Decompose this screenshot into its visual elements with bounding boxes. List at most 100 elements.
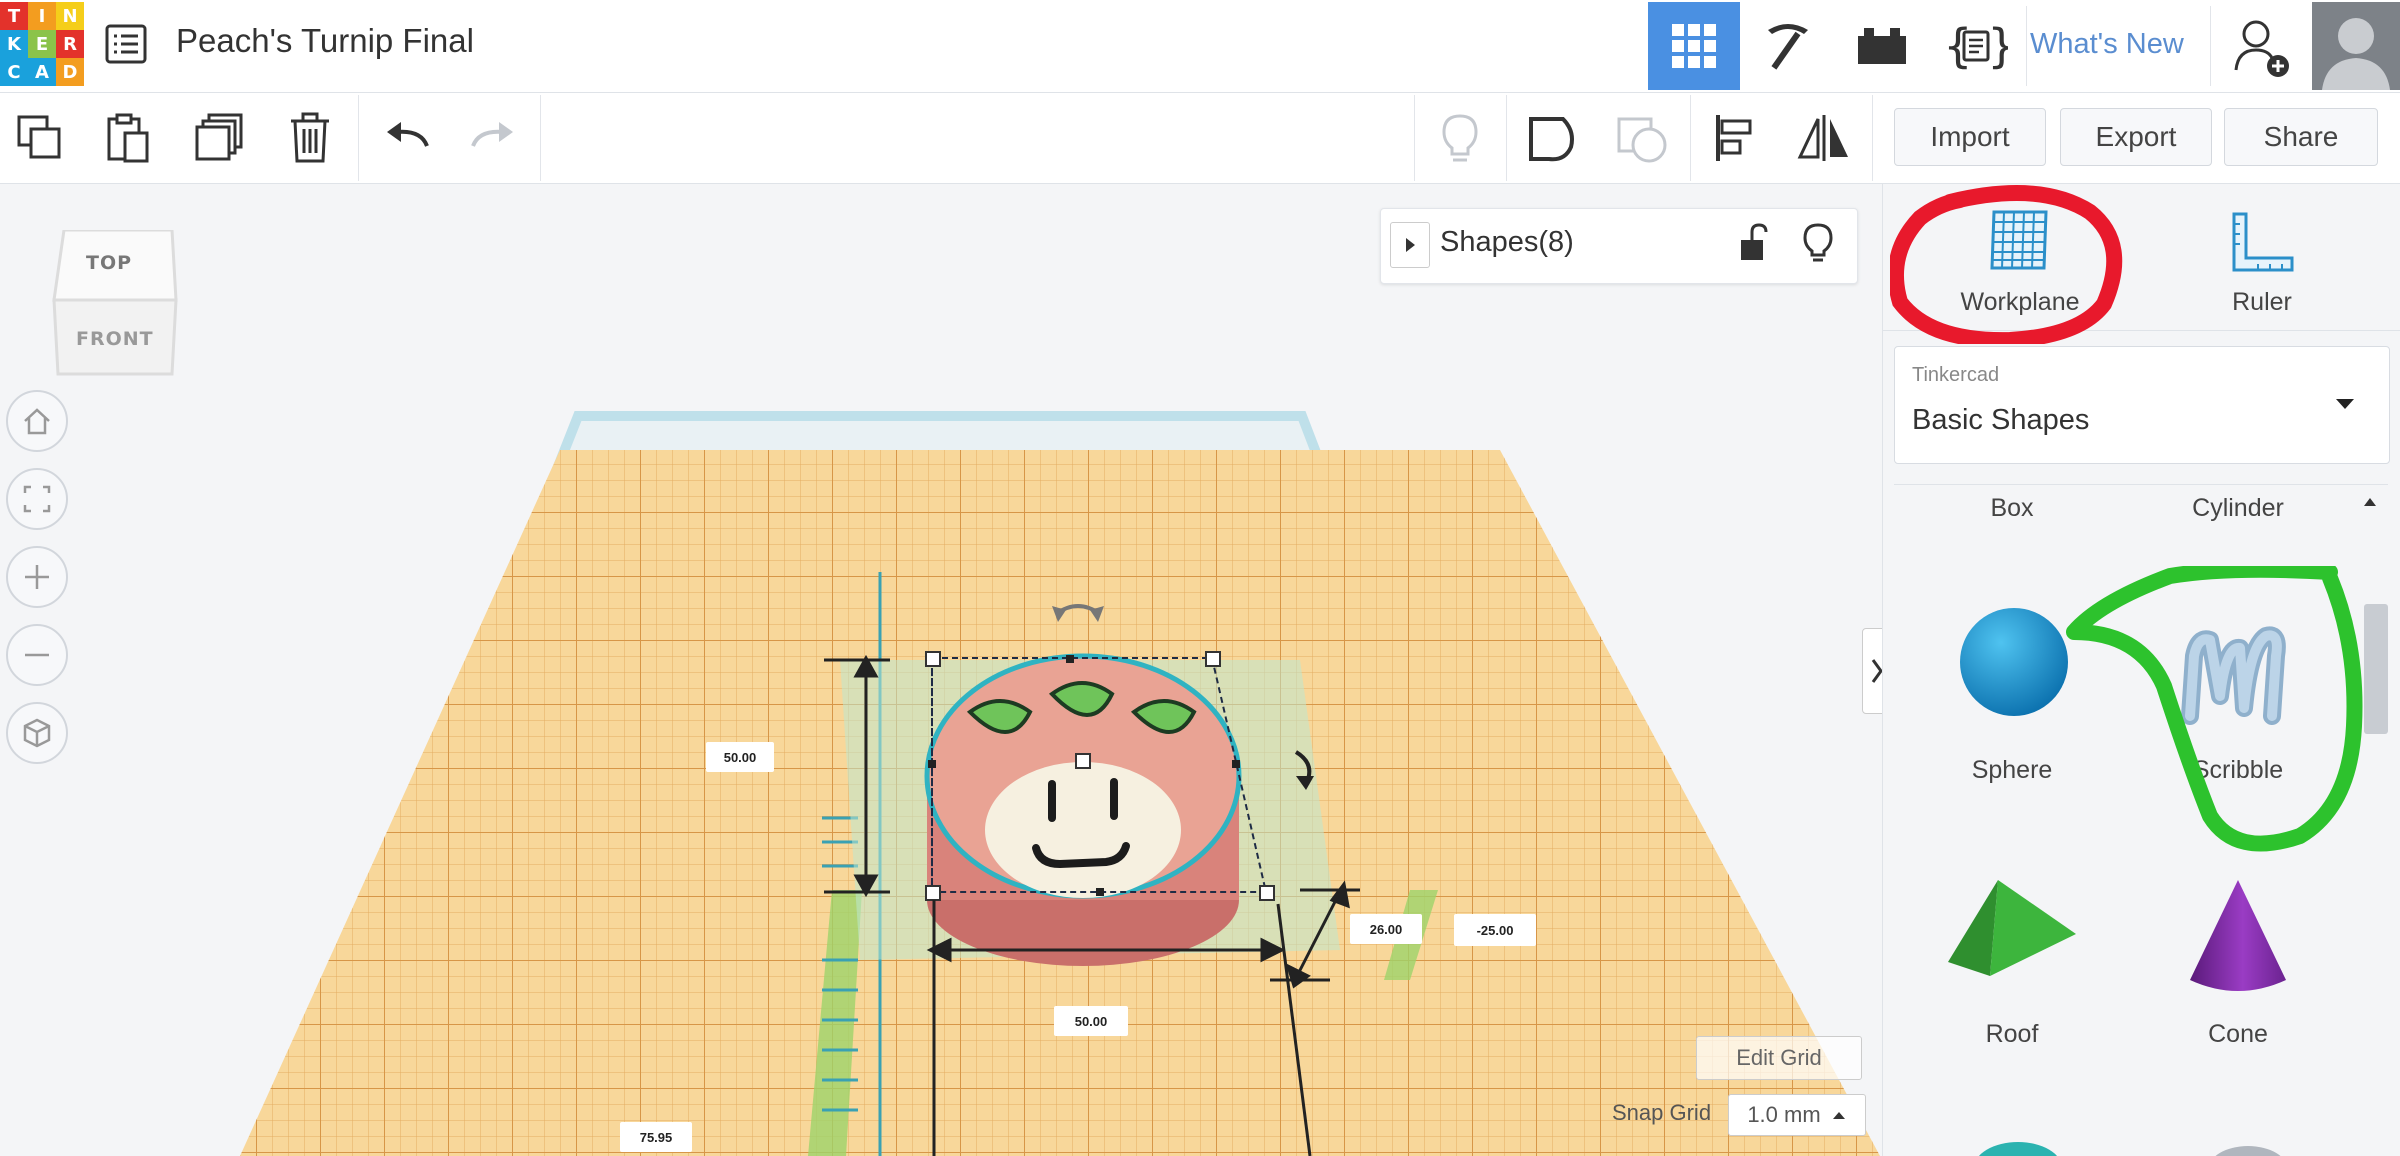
elevation-dimension-label[interactable]: -25.00 bbox=[1454, 914, 1536, 946]
grid-icon bbox=[1672, 24, 1716, 68]
blocks-view-button[interactable] bbox=[1742, 2, 1834, 90]
caret-right-icon bbox=[1406, 238, 1415, 252]
mirror-icon[interactable] bbox=[1796, 110, 1852, 166]
shape-lightbulb-icon[interactable] bbox=[1802, 222, 1834, 264]
shape-roof-label[interactable]: Roof bbox=[1932, 1020, 2092, 1049]
fit-view-button[interactable] bbox=[6, 468, 68, 530]
toolbar-divider bbox=[358, 95, 359, 181]
home-view-button[interactable] bbox=[6, 390, 68, 452]
panel-divider bbox=[1894, 484, 2388, 485]
edit-grid-button[interactable]: Edit Grid bbox=[1696, 1036, 1862, 1080]
logo-letter: A bbox=[28, 58, 56, 86]
toolbar-divider bbox=[540, 95, 541, 181]
logo-letter: N bbox=[56, 2, 84, 30]
ungroup-icon bbox=[1614, 110, 1670, 166]
paste-icon[interactable] bbox=[100, 110, 156, 166]
view-cube-front-label[interactable]: FRONT bbox=[76, 328, 154, 350]
topbar-divider bbox=[2210, 6, 2211, 86]
shape-box-label[interactable]: Box bbox=[1932, 494, 2092, 523]
user-avatar-icon bbox=[2312, 2, 2400, 90]
workplane-scene bbox=[240, 411, 1880, 1156]
library-value: Basic Shapes bbox=[1912, 404, 2090, 436]
group-icon[interactable] bbox=[1524, 110, 1580, 166]
pickaxe-icon bbox=[1768, 24, 1808, 70]
toolbar-divider bbox=[1506, 95, 1507, 181]
topbar-divider bbox=[2026, 6, 2027, 86]
shape-cone-label[interactable]: Cone bbox=[2158, 1020, 2318, 1049]
caret-up-icon bbox=[1832, 1112, 1845, 1119]
shape-cylinder-label[interactable]: Cylinder bbox=[2158, 494, 2318, 523]
cone-shape-icon[interactable] bbox=[2186, 876, 2290, 1002]
svg-text:{: { bbox=[1944, 19, 1972, 73]
snap-grid-select[interactable]: 1.0 mm bbox=[1728, 1094, 1866, 1136]
home-icon bbox=[24, 408, 50, 435]
logo-letter: D bbox=[56, 58, 84, 86]
chevron-down-icon[interactable] bbox=[2334, 396, 2356, 412]
copy-icon[interactable] bbox=[12, 110, 68, 166]
workplane-icon[interactable] bbox=[1984, 204, 2056, 276]
shape-scribble-label[interactable]: Scribble bbox=[2158, 756, 2318, 785]
logo-letter: T bbox=[0, 2, 28, 30]
add-user-icon[interactable] bbox=[2228, 14, 2294, 80]
code-braces-icon: { } bbox=[1944, 19, 2008, 73]
height-dimension-label[interactable]: 50.00 bbox=[706, 742, 774, 772]
lightbulb-icon bbox=[1432, 110, 1488, 166]
redo-icon bbox=[466, 110, 522, 166]
import-button[interactable]: Import bbox=[1894, 108, 2046, 166]
3d-design-view-button[interactable] bbox=[1648, 2, 1740, 90]
logo-letter: C bbox=[0, 58, 28, 86]
snap-grid-label: Snap Grid bbox=[1612, 1100, 1712, 1125]
minus-icon bbox=[25, 653, 49, 657]
codeblocks-view-button[interactable]: { } bbox=[1930, 2, 2022, 90]
panel-scrollbar[interactable] bbox=[2364, 604, 2388, 734]
toolbar-divider bbox=[1690, 95, 1691, 181]
shapes-count-title: Shapes(8) bbox=[1440, 226, 1574, 258]
svg-text:}: } bbox=[1988, 19, 2008, 73]
zoom-in-button[interactable] bbox=[6, 546, 68, 608]
logo-letter: I bbox=[28, 2, 56, 30]
cube-icon bbox=[23, 718, 51, 748]
toolbar-divider bbox=[1414, 95, 1415, 181]
logo-letter: R bbox=[56, 30, 84, 58]
trash-icon[interactable] bbox=[282, 110, 338, 166]
sphere-shape-icon[interactable] bbox=[1956, 604, 2072, 720]
next-shape-partial-icon[interactable] bbox=[1970, 1138, 2066, 1156]
offset-dimension-label[interactable]: 75.95 bbox=[620, 1122, 692, 1152]
document-title[interactable]: Peach's Turnip Final bbox=[176, 22, 474, 60]
bricks-view-button[interactable] bbox=[1836, 2, 1928, 90]
panel-divider bbox=[1882, 330, 2400, 331]
brick-icon bbox=[1858, 28, 1906, 64]
snap-grid-value: 1.0 mm bbox=[1747, 1102, 1821, 1127]
design-list-icon[interactable] bbox=[104, 22, 148, 66]
next-shape-partial-icon[interactable] bbox=[2200, 1140, 2296, 1156]
ruler-label[interactable]: Ruler bbox=[2182, 288, 2342, 317]
roof-shape-icon[interactable] bbox=[1944, 876, 2080, 980]
shape-sphere-label[interactable]: Sphere bbox=[1932, 756, 2092, 785]
logo-letter: E bbox=[28, 30, 56, 58]
whats-new-link[interactable]: What's New bbox=[2030, 28, 2184, 61]
perspective-button[interactable] bbox=[6, 702, 68, 764]
expand-shapes-button[interactable] bbox=[1390, 222, 1430, 268]
zoom-out-button[interactable] bbox=[6, 624, 68, 686]
3d-viewport[interactable] bbox=[0, 184, 1880, 1156]
ruler-icon[interactable] bbox=[2228, 210, 2296, 276]
collapse-up-icon[interactable] bbox=[2362, 494, 2378, 508]
align-icon[interactable] bbox=[1708, 110, 1764, 166]
toolbar-divider bbox=[1872, 95, 1873, 181]
library-source-label: Tinkercad bbox=[1912, 364, 2000, 386]
fit-icon bbox=[23, 485, 51, 513]
width-dimension-label[interactable]: 50.00 bbox=[1054, 1006, 1128, 1036]
depth-dimension-label[interactable]: 26.00 bbox=[1350, 914, 1422, 944]
tinkercad-logo[interactable]: T I N K E R C A D bbox=[0, 2, 84, 86]
avatar[interactable] bbox=[2312, 2, 2400, 90]
export-button[interactable]: Export bbox=[2060, 108, 2212, 166]
scribble-shape-icon[interactable] bbox=[2180, 616, 2296, 726]
share-button[interactable]: Share bbox=[2224, 108, 2378, 166]
undo-icon[interactable] bbox=[378, 110, 434, 166]
view-cube-top-label[interactable]: TOP bbox=[86, 252, 132, 274]
unlock-icon[interactable] bbox=[1738, 222, 1770, 264]
logo-letter: K bbox=[0, 30, 28, 58]
plus-icon bbox=[25, 565, 49, 589]
duplicate-icon[interactable] bbox=[192, 110, 248, 166]
workplane-label[interactable]: Workplane bbox=[1940, 288, 2100, 317]
